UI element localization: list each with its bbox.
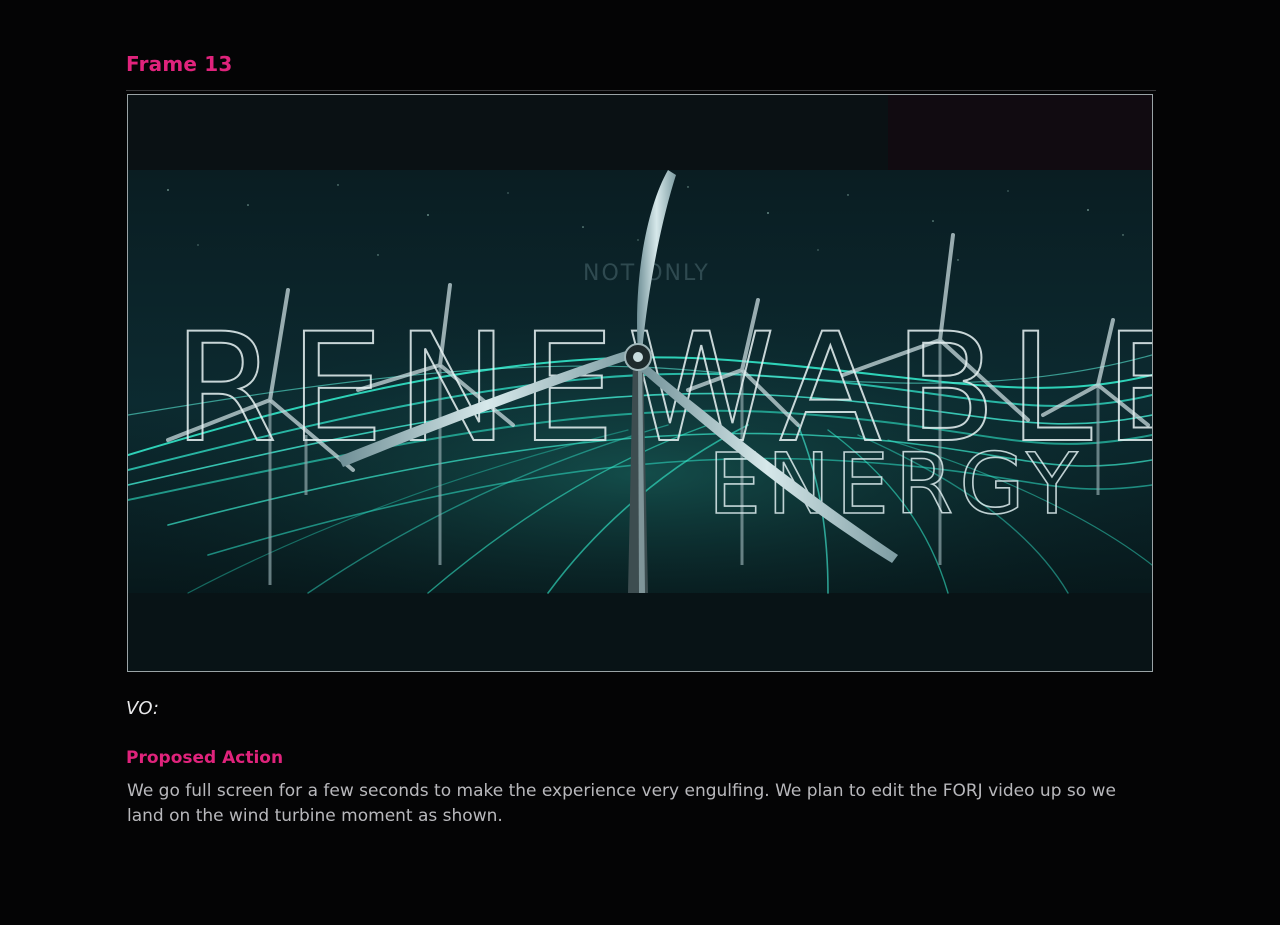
proposed-action-body: We go full screen for a few seconds to m… xyxy=(127,781,1116,826)
proposed-action-title: Proposed Action xyxy=(126,748,284,768)
subheadline-text: ENERGY xyxy=(708,435,1084,533)
vo-label: VO: xyxy=(126,698,159,719)
frame-title: Frame 13 xyxy=(126,52,233,76)
storyboard-page: Frame 13 NOT ONLY ENERGY VO: Proposed Ac… xyxy=(0,0,1280,925)
title-divider xyxy=(126,90,1156,91)
storyboard-frame-image: NOT ONLY ENERGY xyxy=(127,94,1153,672)
